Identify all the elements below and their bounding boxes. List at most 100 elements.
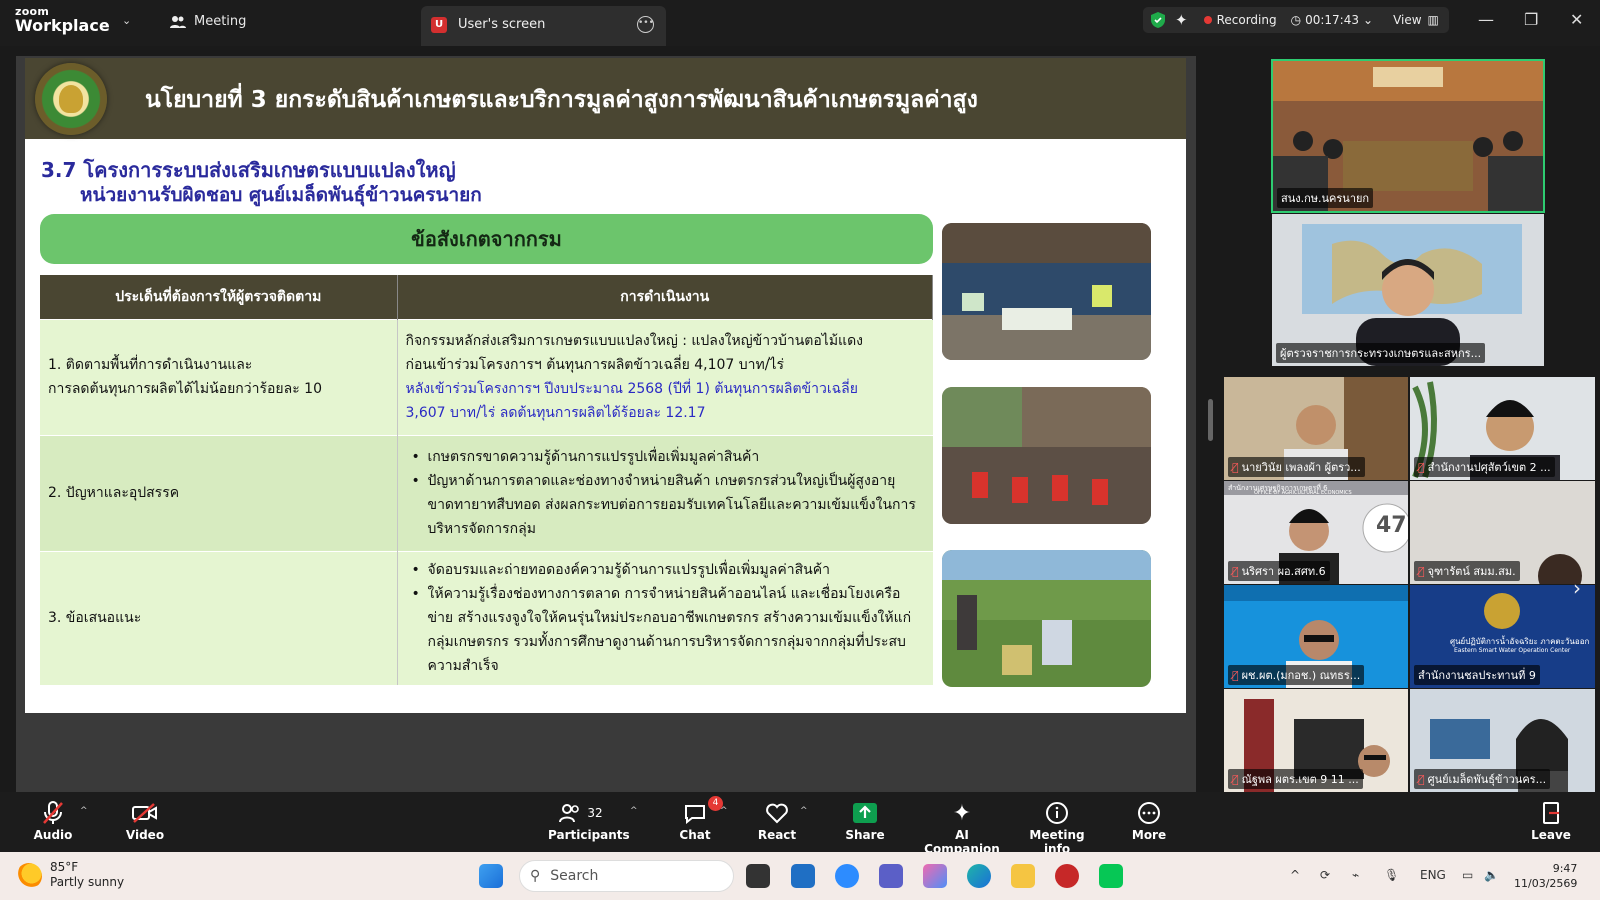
- participant-name: สนง.กษ.นครนายก: [1277, 188, 1374, 208]
- participants-icon: [170, 15, 186, 28]
- ai-sparkle-icon[interactable]: ✦: [1175, 11, 1188, 29]
- video-tile[interactable]: 🎙̸ จุฑารัตน์ สมม.สม.: [1410, 481, 1595, 584]
- responsible-agency: หน่วยงานรับผิดชอบ ศูนย์เมล็ดพันธุ์ข้าวนค…: [80, 184, 482, 206]
- participant-name: 🎙̸ ศูนย์เมล็ดพันธุ์ข้าวนคร...: [1414, 769, 1551, 789]
- network-icon[interactable]: ⌁: [1352, 868, 1359, 882]
- ai-sparkle-icon: ✦: [952, 800, 972, 826]
- audio-button[interactable]: Audio: [33, 800, 73, 842]
- leave-button[interactable]: Leave: [1531, 800, 1571, 842]
- video-tile[interactable]: 🎙̸ ณัฐพล ผตร.เขต 9 11 ...: [1224, 689, 1408, 792]
- table-row: 3. ข้อเสนอแนะ จัดอบรมและถ่ายทอดองค์ความร…: [40, 550, 933, 685]
- video-tile[interactable]: ศูนย์ปฏิบัติการน้ำอัจฉริยะ ภาคตะวันออก E…: [1410, 585, 1595, 688]
- elapsed-time: 00:17:43: [1305, 13, 1359, 27]
- participant-name: สำนักงานชลประทานที่ 9: [1414, 665, 1540, 685]
- task-view-icon[interactable]: [746, 864, 770, 888]
- sync-icon[interactable]: ⟳: [1320, 868, 1330, 882]
- elapsed-timer[interactable]: ◷ 00:17:43 ⌄: [1291, 13, 1373, 27]
- status-bar: ✦ Recording ◷ 00:17:43 ⌄ View ▥: [1143, 7, 1449, 33]
- bullet-item: เกษตรกรขาดความรู้ด้านการแปรรูปเพื่อเพิ่ม…: [412, 445, 925, 469]
- search-icon: ⚲: [530, 868, 541, 884]
- share-button[interactable]: Share: [845, 800, 885, 842]
- view-button[interactable]: View ▥: [1393, 13, 1439, 27]
- shared-screen-tab-label: User's screen: [458, 17, 546, 32]
- chevron-up-icon[interactable]: ^: [1290, 868, 1300, 882]
- close-icon[interactable]: ✕: [1570, 10, 1583, 29]
- table-row: 1. ติดตามพื้นที่การดำเนินงานและ การลดต้น…: [40, 318, 933, 435]
- layout-icon: ▥: [1427, 13, 1439, 27]
- participants-options-caret[interactable]: ^: [630, 806, 638, 816]
- input-language[interactable]: ENG: [1420, 868, 1446, 882]
- muted-mic-icon: 🎙̸: [1232, 564, 1239, 578]
- video-button[interactable]: Video: [125, 800, 165, 842]
- muted-mic-icon: 🎙̸: [1418, 564, 1425, 578]
- recording-dot-icon: [1203, 16, 1212, 24]
- more-button[interactable]: More: [1129, 800, 1169, 842]
- chevron-down-icon: ⌄: [1363, 13, 1374, 27]
- edge-browser-icon[interactable]: [967, 864, 991, 888]
- meeting-info-button[interactable]: Meeting info: [1022, 800, 1092, 856]
- copilot-icon[interactable]: [923, 864, 947, 888]
- operation-cell: จัดอบรมและถ่ายทอดองค์ความรู้ด้านการแปรรู…: [397, 550, 933, 685]
- maximize-icon[interactable]: ❐: [1524, 10, 1538, 29]
- bullet-item: ให้ความรู้เรื่องช่องทางการตลาด การจำหน่า…: [412, 582, 925, 678]
- issue-text: 1. ติดตามพื้นที่การดำเนินงานและ: [48, 357, 253, 373]
- temperature: 85°F: [50, 860, 79, 874]
- app-icon[interactable]: [1055, 864, 1079, 888]
- chat-button[interactable]: 4 Chat: [675, 796, 723, 842]
- operation-text-highlight: 3,607 บาท/ไร่ ลดต้นทุนการผลิตได้ร้อยละ 1…: [405, 405, 706, 421]
- windows-start-icon[interactable]: [479, 864, 503, 888]
- react-options-caret[interactable]: ^: [800, 806, 808, 816]
- zoom-app-icon[interactable]: [835, 864, 859, 888]
- muted-mic-icon: 🎙̸: [1418, 772, 1425, 786]
- display-icon[interactable]: ▭: [1462, 868, 1473, 882]
- more-icon: [1138, 802, 1160, 824]
- video-tile[interactable]: ผู้ตรวจราชการกระทรวงเกษตรและสหกร...: [1272, 214, 1544, 366]
- taskbar-search[interactable]: ⚲ Search: [519, 860, 734, 892]
- clock-date[interactable]: 9:47 11/03/2569: [1514, 861, 1577, 891]
- weather-condition: Partly sunny: [50, 875, 125, 889]
- presentation-slide: นโยบายที่ 3 ยกระดับสินค้าเกษตรและบริการม…: [25, 58, 1186, 713]
- audio-label: Audio: [33, 828, 73, 842]
- video-tile[interactable]: 🎙̸ ศูนย์เมล็ดพันธุ์ข้าวนคร...: [1410, 689, 1595, 792]
- participant-name: 🎙̸ ณัฐพล ผตร.เขต 9 11 ...: [1228, 769, 1363, 789]
- chevron-right-icon[interactable]: ›: [1573, 576, 1581, 600]
- teams-icon[interactable]: [879, 864, 903, 888]
- video-tile-active[interactable]: สนง.กษ.นครนายก: [1271, 59, 1545, 213]
- minimize-icon[interactable]: —: [1478, 10, 1494, 29]
- participants-icon: [559, 804, 580, 823]
- file-explorer-icon[interactable]: [1011, 864, 1035, 888]
- user-avatar-badge: U: [431, 17, 447, 33]
- weather-widget[interactable]: 85°F Partly sunny: [16, 860, 124, 890]
- ai-companion-button[interactable]: ✦ AI Companion: [922, 800, 1002, 857]
- windows-taskbar: 85°F Partly sunny ⚲ Search ^ ⟳ ⌁ 🎙 ENG ▭…: [0, 852, 1600, 900]
- participant-name: 🎙̸ สำนักงานปศุสัตว์เขต 2 ...: [1414, 457, 1555, 477]
- video-tile[interactable]: 🎙̸ นายวินัย เพลงผ้า ผู้ตรว...: [1224, 377, 1408, 480]
- video-tile[interactable]: สำนักงานเศรษฐกิจการเกษตรที่ 6 OFFICE OF …: [1224, 481, 1408, 584]
- video-tile[interactable]: 🎙̸ สำนักงานปศุสัตว์เขต 2 ...: [1410, 377, 1595, 480]
- system-time: 9:47: [1552, 862, 1578, 875]
- share-label: Share: [845, 828, 885, 842]
- column-header-operations: การดำเนินงาน: [397, 275, 933, 319]
- audio-options-caret[interactable]: ^: [80, 806, 88, 816]
- microsoft-store-icon[interactable]: [791, 864, 815, 888]
- recording-label[interactable]: Recording: [1217, 13, 1277, 27]
- gallery-scrollbar[interactable]: [1208, 399, 1213, 441]
- chat-options-caret[interactable]: ^: [720, 806, 728, 816]
- chevron-down-icon[interactable]: ⌄: [122, 14, 131, 27]
- react-button[interactable]: React: [757, 800, 797, 842]
- more-options-icon[interactable]: •••: [637, 16, 654, 33]
- participants-button[interactable]: 32 Participants: [548, 800, 630, 842]
- encryption-shield-icon[interactable]: [1143, 12, 1165, 28]
- video-tile[interactable]: 🎙̸ ผช.ผต.(มกอช.) ณทธร...: [1224, 585, 1408, 688]
- meeting-toolbar: Audio ^ Video 32 Participants ^ 4 Chat ^…: [0, 792, 1600, 856]
- microphone-icon[interactable]: 🎙: [1384, 868, 1399, 882]
- shared-screen-tab[interactable]: U User's screen •••: [421, 6, 666, 46]
- department-emblem-logo: [35, 63, 107, 135]
- partly-sunny-icon: [16, 863, 42, 889]
- line-app-icon[interactable]: [1099, 864, 1123, 888]
- volume-icon[interactable]: 🔈: [1484, 868, 1499, 882]
- issue-cell: 2. ปัญหาและอุปสรรค: [40, 434, 398, 551]
- zoom-logo[interactable]: zoom Workplace: [15, 6, 110, 34]
- participants-count: 32: [587, 806, 603, 820]
- meeting-tab[interactable]: Meeting: [170, 14, 246, 29]
